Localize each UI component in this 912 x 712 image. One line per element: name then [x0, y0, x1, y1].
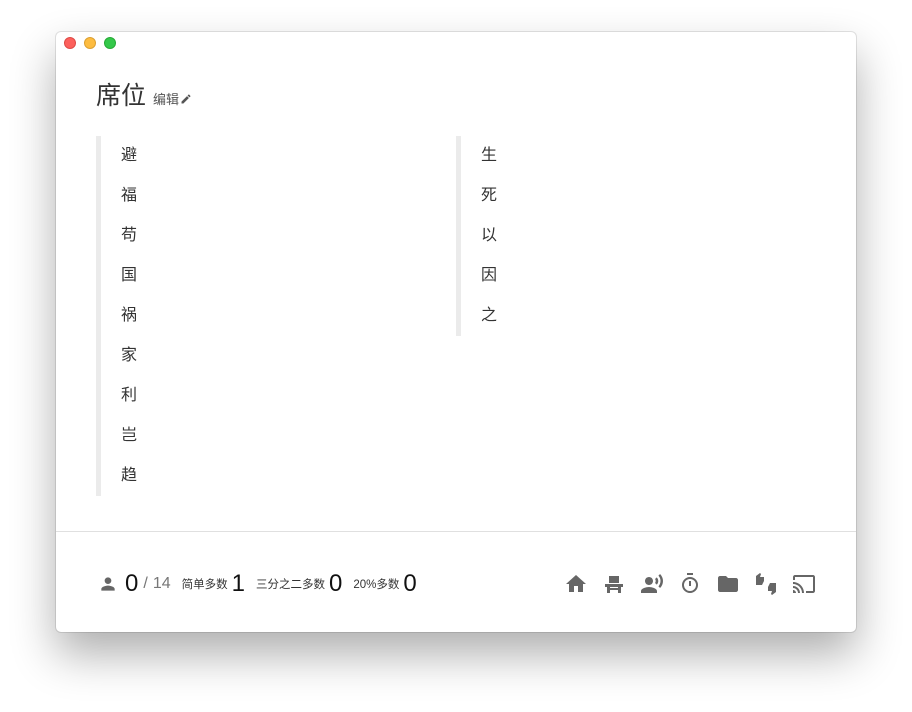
seat-item[interactable]: 祸	[101, 296, 137, 336]
minimize-window-button[interactable]	[84, 37, 96, 49]
pencil-icon	[181, 93, 191, 103]
seat-icon[interactable]	[602, 572, 626, 596]
seat-item[interactable]: 死	[461, 176, 497, 216]
twenty-percent-value: 0	[403, 570, 417, 597]
simple-majority-label: 简单多数	[181, 579, 228, 591]
two-thirds-value: 0	[328, 570, 343, 597]
seat-column-right: 生 死 以 因 之	[456, 136, 497, 336]
seat-item[interactable]: 避	[101, 136, 137, 176]
present-count: 0	[125, 570, 139, 597]
footer-divider	[56, 531, 856, 532]
seat-item[interactable]: 苟	[101, 216, 137, 256]
edit-label: 编辑	[153, 92, 180, 107]
seat-item[interactable]: 福	[101, 176, 137, 216]
folder-icon[interactable]	[716, 572, 740, 596]
total-count: 14	[152, 575, 171, 592]
vote-stats: 0 / 14 简单多数 1 三分之二多数 0 20%多数 0	[98, 568, 417, 600]
home-icon[interactable]	[564, 572, 588, 596]
close-window-button[interactable]	[64, 37, 76, 49]
speaker-icon[interactable]	[640, 572, 664, 596]
count-separator: /	[143, 575, 148, 592]
seat-item[interactable]: 国	[101, 256, 137, 296]
seat-item[interactable]: 趋	[101, 456, 137, 496]
page-title: 席位	[96, 82, 147, 110]
seat-item[interactable]: 因	[461, 256, 497, 296]
seat-item[interactable]: 生	[461, 136, 497, 176]
seat-item[interactable]: 家	[101, 336, 137, 376]
seat-item[interactable]: 之	[461, 296, 497, 336]
window-controls	[64, 37, 116, 49]
seat-item[interactable]: 以	[461, 216, 497, 256]
footer-toolbar	[564, 568, 816, 600]
person-icon	[98, 574, 118, 594]
page-header: 席位 编辑	[96, 76, 192, 112]
two-thirds-label: 三分之二多数	[255, 579, 325, 591]
app-window: 席位 编辑 避 福 苟 国 祸 家 利 岂 趋 生 死 以 因 之 0 / 14…	[56, 32, 856, 632]
seat-column-left: 避 福 苟 国 祸 家 利 岂 趋	[96, 136, 137, 496]
simple-majority-value: 1	[231, 570, 245, 597]
maximize-window-button[interactable]	[104, 37, 116, 49]
seat-item[interactable]: 岂	[101, 416, 137, 456]
cast-icon[interactable]	[792, 572, 816, 596]
edit-link[interactable]: 编辑	[153, 89, 192, 108]
seat-item[interactable]: 利	[101, 376, 137, 416]
timer-icon[interactable]	[678, 572, 702, 596]
vote-icon[interactable]	[754, 572, 778, 596]
twenty-percent-label: 20%多数	[353, 579, 400, 591]
